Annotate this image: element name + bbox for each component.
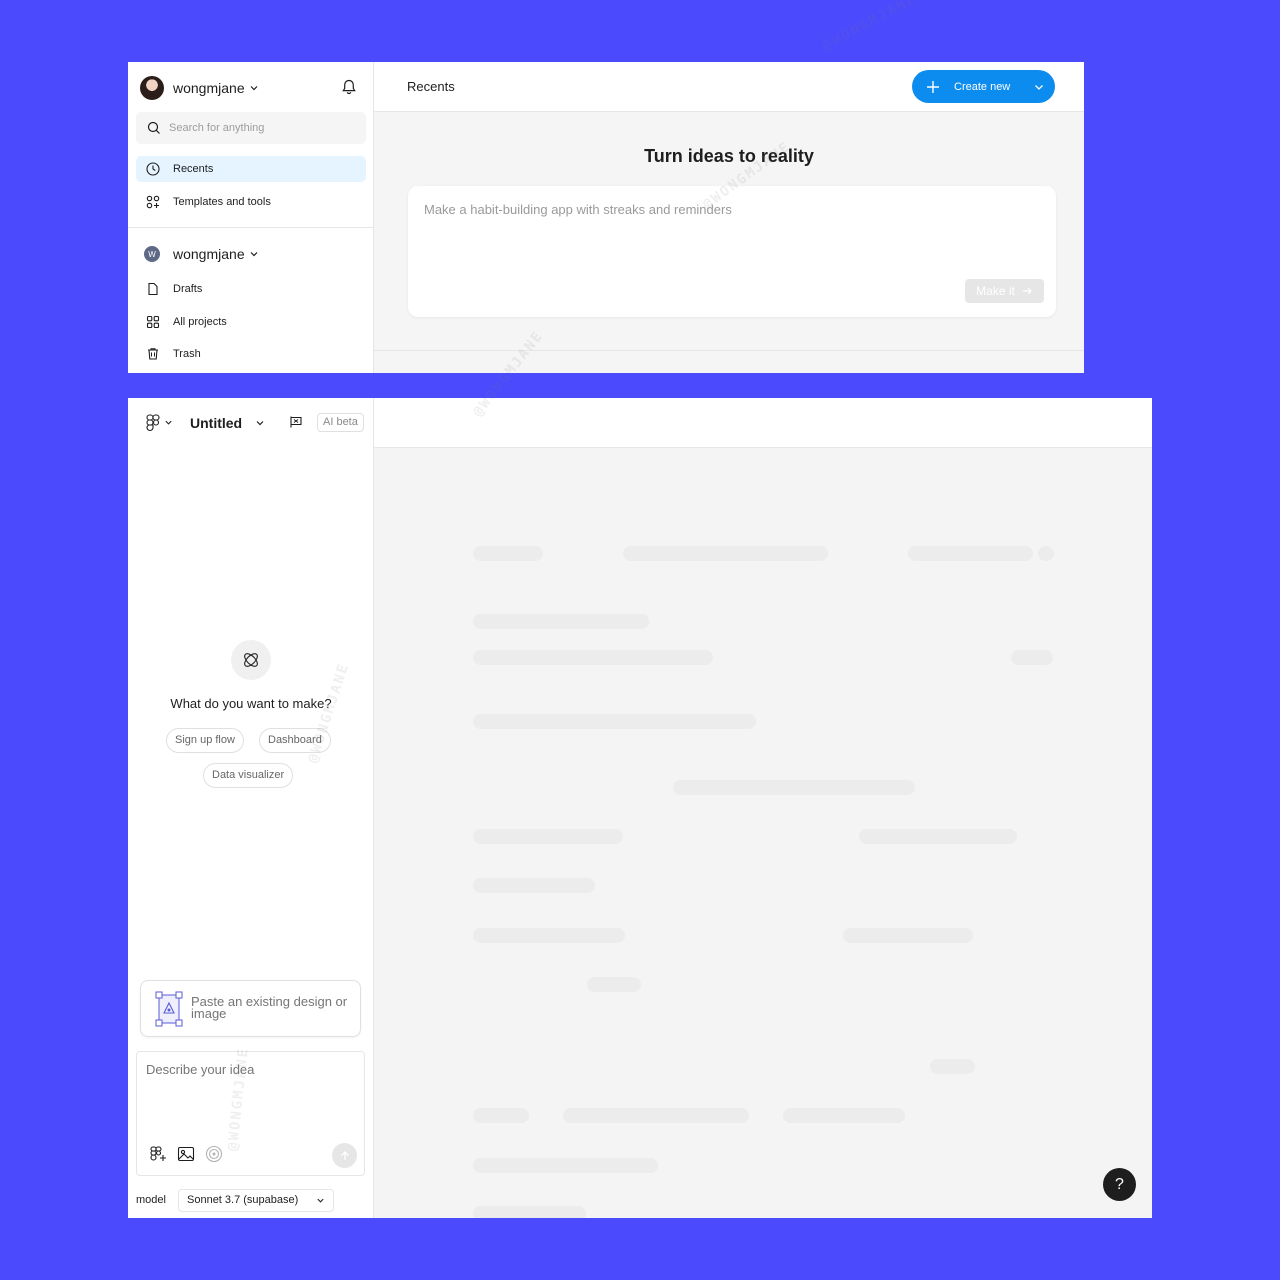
- plus-icon: [927, 80, 939, 93]
- loading-skeleton: [843, 928, 973, 943]
- sidebar: wongmjane Recents Templates and tools W …: [128, 62, 374, 373]
- file-browser-window: wongmjane Recents Templates and tools W …: [128, 62, 1084, 373]
- loading-skeleton: [673, 780, 915, 795]
- chevron-down-icon[interactable]: [164, 418, 173, 427]
- page-title: Recents: [407, 79, 455, 94]
- paste-design-card[interactable]: Paste an existing design or image: [140, 980, 361, 1037]
- prompt-question: What do you want to make?: [170, 696, 332, 711]
- grid-icon: [145, 314, 161, 330]
- describe-input[interactable]: [146, 1062, 356, 1132]
- file-icon: [145, 281, 161, 297]
- loading-skeleton: [587, 977, 641, 992]
- user-name: wongmjane: [173, 80, 245, 96]
- hero-title: Turn ideas to reality: [644, 146, 814, 166]
- sidebar-item-recents[interactable]: Recents: [136, 156, 366, 182]
- loading-skeleton: [563, 1108, 749, 1123]
- sidebar-item-label: All projects: [173, 316, 227, 328]
- divider: [374, 350, 1084, 351]
- prompt-input[interactable]: [424, 202, 1024, 262]
- loading-skeleton: [473, 714, 756, 729]
- prompt-card: Make it: [408, 186, 1056, 317]
- paste-design-label: Paste an existing design or image: [191, 994, 348, 1021]
- sidebar-item-trash[interactable]: Trash: [136, 341, 366, 367]
- model-value: Sonnet 3.7 (supabase): [187, 1194, 299, 1206]
- loading-skeleton: [930, 1059, 975, 1074]
- templates-icon: [145, 194, 161, 210]
- loading-skeleton: [623, 546, 828, 561]
- ai-icon: [231, 640, 271, 680]
- paste-design-icon: [155, 991, 183, 1027]
- divider: [128, 227, 374, 228]
- loading-skeleton: [859, 829, 1017, 844]
- create-new-button[interactable]: Create new: [912, 70, 1055, 103]
- help-button[interactable]: ?: [1103, 1168, 1136, 1201]
- describe-box: [136, 1051, 365, 1176]
- loading-skeleton: [473, 928, 625, 943]
- image-icon[interactable]: [177, 1145, 195, 1163]
- sidebar-item-label: Trash: [173, 348, 201, 360]
- loading-skeleton: [783, 1108, 905, 1123]
- loading-skeleton: [473, 546, 543, 561]
- clock-icon: [145, 161, 161, 177]
- suggestion-chip[interactable]: Data visualizer: [203, 763, 294, 788]
- model-label: model: [136, 1194, 166, 1206]
- avatar: [140, 76, 164, 100]
- sidebar-item-label: Drafts: [173, 283, 203, 295]
- loading-skeleton: [473, 1108, 529, 1123]
- top-bar: Recents Create new: [374, 62, 1084, 112]
- team-avatar: W: [144, 246, 160, 262]
- loading-skeleton: [473, 878, 595, 893]
- sidebar-item-all-projects[interactable]: All projects: [136, 309, 366, 335]
- sidebar-item-templates[interactable]: Templates and tools: [136, 189, 366, 215]
- suggestion-chip[interactable]: Sign up flow: [166, 728, 244, 753]
- loading-skeleton: [473, 1158, 658, 1173]
- chevron-down-icon: [317, 1198, 324, 1203]
- model-select[interactable]: Sonnet 3.7 (supabase): [178, 1189, 334, 1212]
- loading-skeleton: [473, 829, 623, 844]
- make-it-button[interactable]: Make it: [965, 279, 1044, 303]
- loading-skeleton: [1011, 650, 1053, 665]
- team-switcher[interactable]: W wongmjane: [144, 246, 259, 262]
- create-new-label: Create new: [954, 80, 1011, 93]
- editor-window: Untitled AI beta What do you want to mak…: [128, 398, 1152, 1218]
- document-title[interactable]: Untitled: [190, 415, 242, 431]
- watermark: @WONGMJANE: [820, 0, 920, 55]
- account-switcher[interactable]: wongmjane: [140, 76, 259, 100]
- chevron-down-icon: [250, 252, 258, 257]
- feedback-flag-icon[interactable]: [289, 415, 303, 429]
- search-input[interactable]: [169, 122, 349, 134]
- sidebar-item-label: Recents: [173, 163, 214, 175]
- sidebar-item-drafts[interactable]: Drafts: [136, 276, 366, 302]
- ai-beta-badge: AI beta: [317, 413, 364, 432]
- target-icon[interactable]: [205, 1145, 223, 1163]
- suggestion-chip[interactable]: Dashboard: [259, 728, 331, 753]
- loading-skeleton: [1038, 546, 1054, 561]
- canvas-top-bar: [374, 398, 1152, 448]
- arrow-up-icon: [340, 1150, 349, 1160]
- search-box: [136, 112, 366, 144]
- arrow-right-icon: [1022, 287, 1032, 295]
- send-button[interactable]: [332, 1143, 357, 1168]
- loading-skeleton: [473, 650, 713, 665]
- bell-icon[interactable]: [340, 78, 358, 96]
- chevron-down-icon[interactable]: [1033, 81, 1045, 93]
- team-name: wongmjane: [173, 246, 245, 262]
- sidebar-item-label: Templates and tools: [173, 196, 271, 208]
- trash-icon: [145, 346, 161, 362]
- chevron-down-icon[interactable]: [255, 418, 265, 428]
- main-content: Recents Create new Turn ideas to reality…: [374, 62, 1084, 373]
- loading-skeleton: [473, 1206, 586, 1218]
- make-it-label: Make it: [976, 284, 1015, 298]
- chevron-down-icon: [250, 86, 258, 91]
- search-icon: [147, 121, 160, 134]
- loading-skeleton: [473, 614, 649, 629]
- figma-attach-icon[interactable]: [149, 1145, 167, 1163]
- loading-skeleton: [908, 546, 1033, 561]
- figma-logo-icon[interactable]: [146, 414, 160, 432]
- ai-sidebar: Untitled AI beta What do you want to mak…: [128, 398, 374, 1218]
